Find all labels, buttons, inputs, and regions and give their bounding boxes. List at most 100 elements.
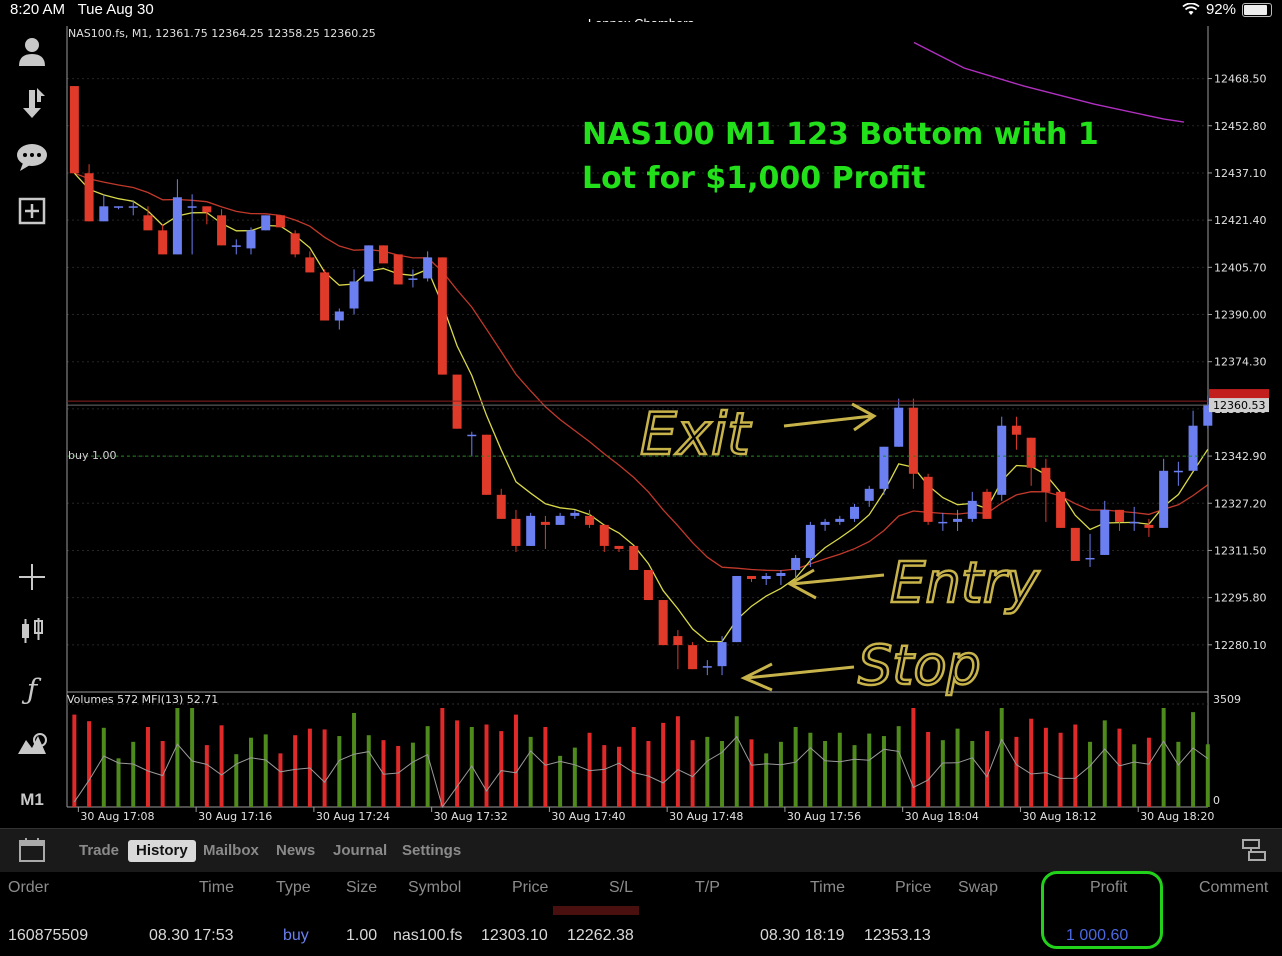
volume-bar [116,758,121,807]
candle-body [467,434,477,437]
calendar-icon[interactable] [18,837,46,863]
price-axis-label: 12468.50 [1214,73,1267,86]
col-tp[interactable]: T/P [695,879,720,897]
candle-body [84,173,94,222]
volume-bar [558,755,563,807]
volume-bar [175,708,180,807]
candle-body [187,206,197,208]
volume-bar [440,708,445,807]
candle [437,257,447,375]
time-axis-label: 30 Aug 17:24 [316,810,390,823]
price-chart[interactable]: 12468.50 12452.80 12437.10 12421.40 12405.70… [64,22,1282,828]
col-size[interactable]: Size [346,879,377,897]
volume-bar [1132,744,1137,807]
candle-body [982,491,992,519]
col-comment[interactable]: Comment [1199,879,1268,897]
candle [275,215,285,228]
crosshair-icon[interactable] [12,562,52,598]
volume-bar [499,731,504,807]
candle [629,545,639,570]
candle [879,446,889,495]
col-close-time[interactable]: Time [810,879,845,897]
tab-news[interactable]: News [268,840,323,862]
tab-settings[interactable]: Settings [394,840,469,862]
col-sl[interactable]: S/L [609,879,633,897]
candle [482,434,492,495]
col-price[interactable]: Price [512,879,548,897]
col-type[interactable]: Type [276,879,311,897]
volume-bar [778,741,783,807]
handwritten-entry-label: Entry [890,551,1040,616]
volume-bar [263,734,268,807]
candle-body [393,254,403,285]
col-symbol[interactable]: Symbol [408,879,461,897]
col-close-price[interactable]: Price [895,879,931,897]
candle-body [894,407,904,447]
objects-icon[interactable] [12,728,52,764]
timeframe-button[interactable]: M1 [12,782,52,818]
trade-arrows-icon[interactable] [12,86,52,122]
volume-bar [72,714,77,807]
candle-body [717,642,727,667]
indicators-icon[interactable]: ƒ [12,672,52,708]
volume-bar [690,740,695,807]
candle-body [953,518,963,522]
tab-mailbox[interactable]: Mailbox [195,840,267,862]
candle-body [364,245,374,282]
candle-body [69,86,79,174]
chart-canvas[interactable]: 12468.50 12452.80 12437.10 12421.40 12405.70… [64,22,1282,828]
candle-body [231,245,241,247]
volume-bar [410,742,415,807]
volume-bar [484,724,489,807]
col-order[interactable]: Order [8,879,49,897]
chat-icon[interactable] [12,140,52,176]
candle-body [864,488,874,501]
volume-bar [469,726,474,807]
volume-bar [999,708,1004,807]
candle-body [850,506,860,519]
volume-bar [1146,737,1151,807]
candle-body [217,215,227,246]
volume-bar [1102,720,1107,807]
tab-trade[interactable]: Trade [71,840,127,862]
col-swap[interactable]: Swap [958,879,998,897]
candle-body [702,666,712,668]
volume-bar [1058,732,1063,807]
account-icon[interactable] [12,34,52,70]
volume-bar [705,736,710,807]
time-axis-label: 30 Aug 17:32 [434,810,508,823]
volume-bar [602,745,607,807]
volume-bar [322,729,327,807]
volume-bar [293,735,298,807]
volume-bar [204,745,209,807]
candle-body [585,515,595,525]
col-time[interactable]: Time [199,879,234,897]
candle [526,512,536,546]
volume-bar [837,732,842,807]
volume-bar [955,728,960,807]
volume-bar [337,736,342,807]
new-chart-icon[interactable] [12,196,52,232]
volume-bar [1014,736,1019,807]
tab-history[interactable]: History [128,840,196,862]
cell-order: 160875509 [8,927,89,944]
candle [982,488,992,519]
volume-bar [911,708,916,807]
volume-bar [764,753,769,807]
price-axis-label: 12295.80 [1214,592,1267,605]
tab-journal[interactable]: Journal [325,840,395,862]
candle-body [305,257,315,273]
candle-body [1159,470,1169,528]
volume-bar [734,716,739,807]
volume-bar [278,753,283,807]
candle-body [349,281,359,309]
layout-icon[interactable] [1240,837,1268,863]
volume-bar [1043,727,1048,807]
candle [393,254,403,285]
candle [364,245,374,282]
chart-type-icon[interactable] [12,616,52,652]
candle-body [1056,491,1066,528]
volume-bar [1029,718,1034,807]
wifi-icon [1182,3,1200,15]
volume-bar [661,722,666,807]
